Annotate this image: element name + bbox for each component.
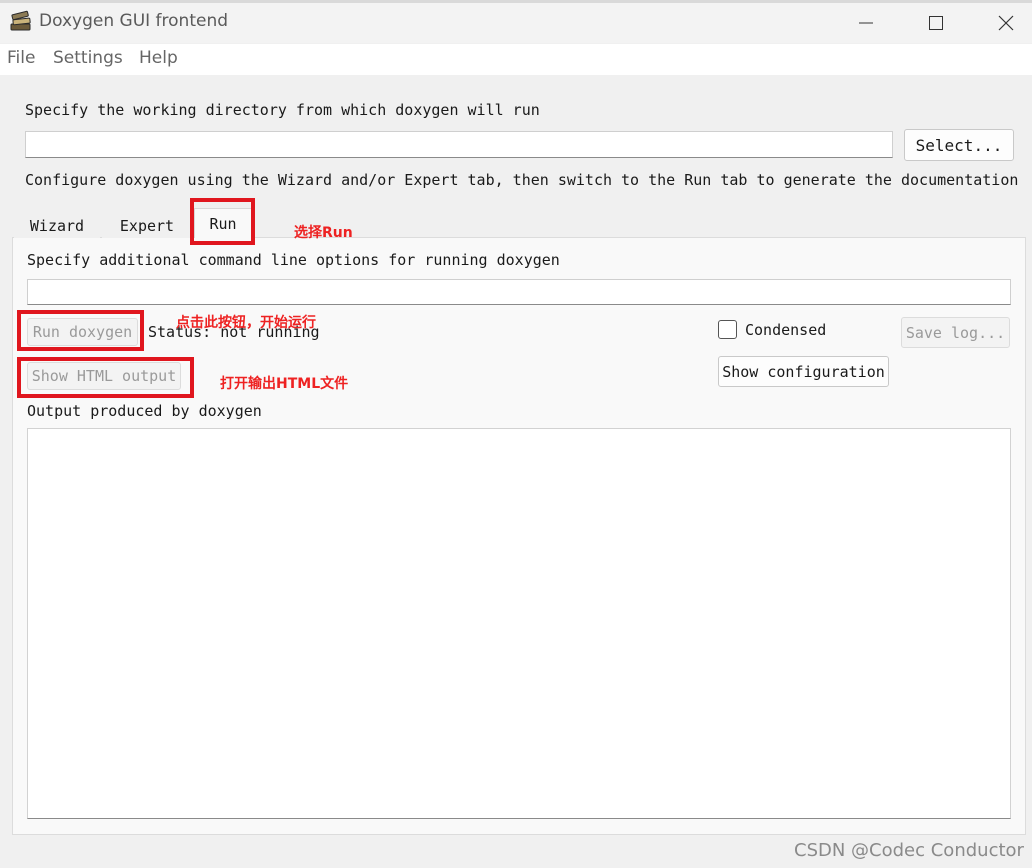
show-configuration-button[interactable]: Show configuration: [718, 356, 889, 387]
minimize-icon: [859, 22, 873, 24]
tab-expert[interactable]: Expert: [102, 213, 192, 238]
annotation-box-html-button: [17, 357, 194, 398]
output-label: Output produced by doxygen: [27, 402, 262, 420]
annotation-box-run-tab: [190, 198, 255, 245]
close-button[interactable]: [983, 3, 1029, 43]
menu-file[interactable]: File: [7, 48, 35, 68]
working-dir-input[interactable]: [25, 131, 893, 158]
condensed-checkbox[interactable]: [718, 320, 737, 339]
annotation-click-run: 点击此按钮，开始运行: [176, 315, 316, 331]
menu-settings[interactable]: Settings: [53, 48, 123, 68]
maximize-button[interactable]: [913, 3, 959, 43]
select-dir-button[interactable]: Select...: [904, 129, 1014, 161]
minimize-button[interactable]: [843, 3, 889, 43]
configure-hint: Configure doxygen using the Wizard and/o…: [25, 171, 1019, 189]
working-dir-label: Specify the working directory from which…: [25, 101, 540, 119]
menu-help[interactable]: Help: [139, 48, 178, 68]
maximize-icon: [929, 16, 943, 30]
annotation-select-run: 选择Run: [294, 225, 353, 241]
csdn-watermark: CSDN @Codec Conductor: [794, 840, 1024, 861]
annotation-box-run-button: [17, 310, 144, 351]
window-title: Doxygen GUI frontend: [39, 11, 229, 31]
annotation-open-html: 打开输出HTML文件: [220, 376, 349, 392]
doxygen-output-area[interactable]: [27, 428, 1011, 819]
doxygen-books-icon: [9, 10, 33, 32]
command-options-input[interactable]: [27, 279, 1011, 305]
options-label: Specify additional command line options …: [27, 251, 560, 269]
save-log-button[interactable]: Save log...: [901, 317, 1010, 348]
tab-wizard[interactable]: Wizard: [14, 213, 100, 238]
condensed-label: Condensed: [745, 321, 827, 339]
close-icon: [998, 15, 1014, 31]
